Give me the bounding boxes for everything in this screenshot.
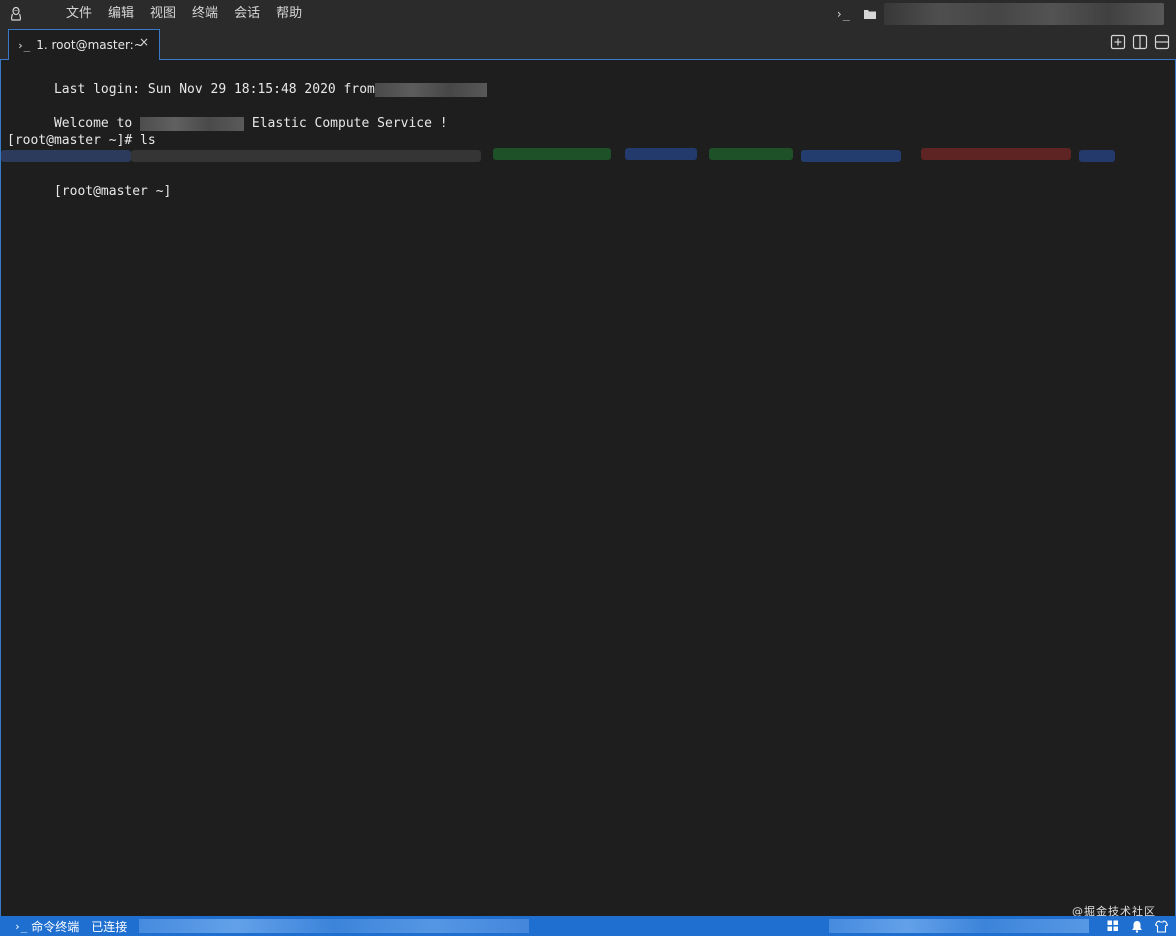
menu-bar: 文件 编辑 视图 终端 会话 帮助 ›_: [0, 0, 1176, 28]
split-horizontal-icon[interactable]: [1154, 34, 1170, 50]
redacted-provider: [140, 116, 245, 131]
blur-segment: [1079, 150, 1115, 162]
linux-penguin-icon[interactable]: [8, 6, 24, 22]
terminal-prompt-icon[interactable]: ›_: [836, 7, 850, 21]
new-tab-icon[interactable]: [1110, 34, 1126, 50]
menu-items: 文件 编辑 视图 终端 会话 帮助: [58, 0, 310, 28]
status-terminal-label[interactable]: 命令终端: [31, 918, 79, 935]
terminal-tab-icon: ›_: [17, 38, 31, 52]
blur-segment: [493, 148, 611, 160]
redacted-status-right: [829, 919, 1089, 933]
blur-segment: [921, 148, 1071, 160]
status-connection: 已连接: [91, 919, 128, 934]
blur-segment: [625, 148, 697, 160]
close-icon[interactable]: ×: [139, 35, 149, 49]
tab-bar: ›_ 1. root@master:~ ×: [0, 28, 1176, 60]
redacted-host-info: [884, 3, 1164, 25]
welcome-suffix: Elastic Compute Service !: [251, 116, 448, 131]
grid-icon[interactable]: [1107, 920, 1119, 932]
terminal-output[interactable]: Last login: Sun Nov 29 18:15:48 2020 fro…: [0, 60, 1176, 916]
menu-view[interactable]: 视图: [142, 0, 184, 28]
folder-icon[interactable]: [864, 9, 876, 19]
shirt-icon[interactable]: [1155, 919, 1168, 933]
blur-segment: [1, 150, 131, 162]
redacted-ip: [374, 82, 487, 97]
tab-label: 1. root@master:~: [36, 38, 144, 52]
menu-file[interactable]: 文件: [58, 0, 100, 28]
welcome-prefix: Welcome to: [53, 116, 133, 131]
menu-edit[interactable]: 编辑: [100, 0, 142, 28]
redacted-status-info: [139, 919, 530, 933]
split-vertical-icon[interactable]: [1132, 34, 1148, 50]
terminal-app-window: 文件 编辑 视图 终端 会话 帮助 ›_ ›_ 1. root@master:~…: [0, 0, 1176, 936]
terminal-status-icon: ›_: [14, 919, 28, 933]
terminal-line-prompt: [root@master ~]: [7, 166, 171, 217]
tab-root-master[interactable]: ›_ 1. root@master:~ ×: [8, 29, 160, 60]
menu-terminal[interactable]: 终端: [184, 0, 226, 28]
status-bar: ›_ 命令终端 已连接: [0, 916, 1176, 936]
last-login-text: Last login: Sun Nov 29 18:15:48 2020 fro…: [53, 82, 375, 97]
menu-bar-right: ›_: [836, 0, 1176, 28]
prompt-text: [root@master ~]: [53, 184, 172, 199]
status-right: [829, 916, 1168, 936]
terminal-line-ls: [root@master ~]# ls: [7, 133, 156, 148]
status-left: ›_ 命令终端 已连接: [14, 918, 530, 935]
bell-icon[interactable]: [1131, 920, 1143, 933]
blur-segment: [709, 148, 793, 160]
menu-help[interactable]: 帮助: [268, 0, 310, 28]
blur-segment: [801, 150, 901, 162]
tab-tools: [1110, 34, 1170, 50]
menu-session[interactable]: 会话: [226, 0, 268, 28]
blur-segment: [131, 150, 481, 162]
